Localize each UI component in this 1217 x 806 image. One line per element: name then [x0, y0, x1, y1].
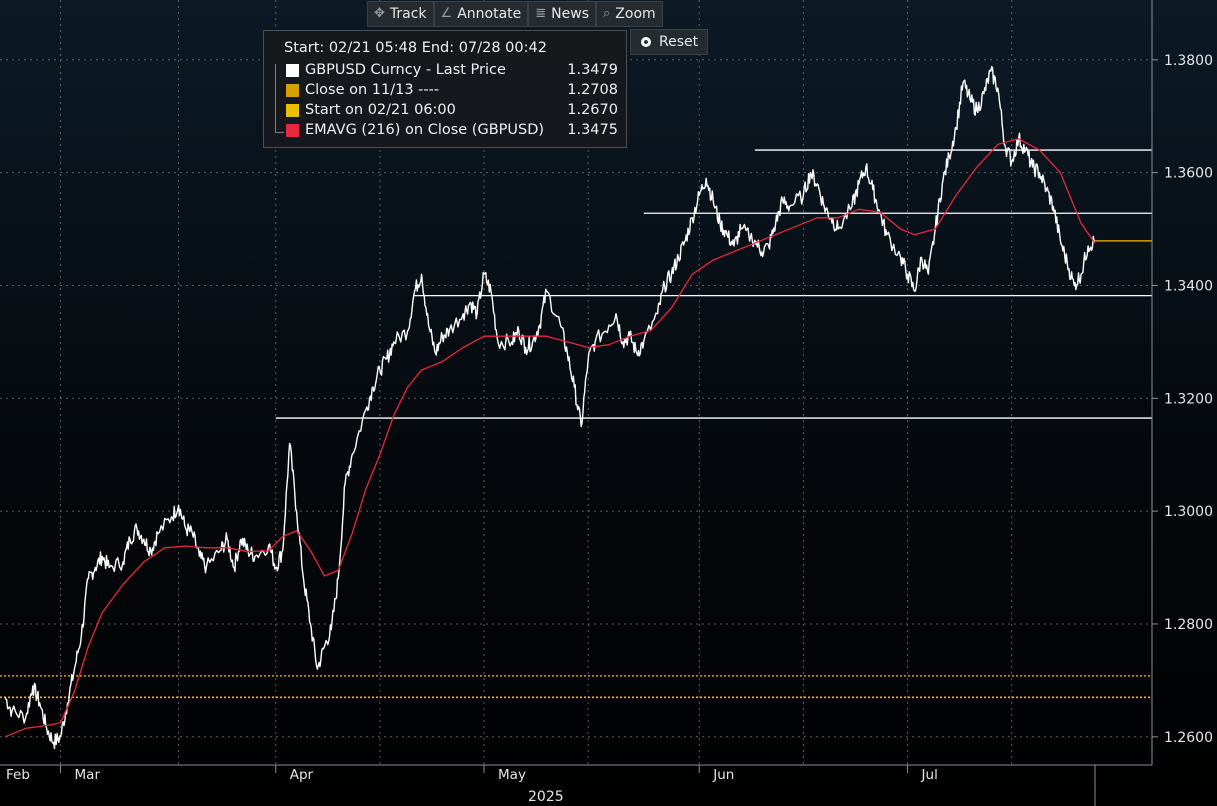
- annotate-button[interactable]: ∠ Annotate: [433, 1, 529, 27]
- legend-series-value: 1.3475: [567, 122, 618, 138]
- x-tick-label: May: [498, 767, 526, 783]
- price-series-line: [4, 65, 1096, 750]
- legend-swatch: [286, 64, 299, 77]
- legend-series-value: 1.2708: [567, 82, 618, 98]
- legend-series-name: Start on 02/21 06:00: [305, 102, 456, 118]
- legend-date-range: Start: 02/21 05:48 End: 07/28 00:42: [284, 40, 547, 56]
- series-lines: [4, 65, 1152, 750]
- magnifier-icon: ⌕: [603, 6, 611, 21]
- y-tick-label: 1.3200: [1164, 391, 1213, 407]
- legend-row-emavg[interactable]: EMAVG (216) on Close (GBPUSD) 1.3475: [286, 122, 620, 140]
- legend-series-name: EMAVG (216) on Close (GBPUSD): [305, 122, 545, 138]
- x-tick-label: Feb: [6, 767, 30, 783]
- pencil-icon: ∠: [440, 6, 453, 21]
- legend-swatch: [286, 104, 299, 117]
- x-tick-label: Mar: [75, 767, 101, 783]
- crosshair-icon: ✥: [374, 6, 385, 21]
- reset-label: Reset: [659, 34, 699, 50]
- news-icon: ≣: [535, 6, 547, 21]
- legend-row-start[interactable]: Start on 02/21 06:00 1.2670: [286, 102, 620, 120]
- y-tick-label: 1.3000: [1164, 504, 1213, 520]
- legend-row-last-price[interactable]: GBPUSD Curncy - Last Price 1.3479: [286, 62, 620, 80]
- legend-series-name: GBPUSD Curncy - Last Price: [305, 62, 506, 78]
- legend-series-value: 1.2670: [567, 102, 618, 118]
- x-tick-label: Apr: [290, 767, 314, 783]
- legend-series-name: Close on 11/13 ----: [305, 82, 440, 98]
- y-tick-label: 1.3600: [1164, 166, 1213, 182]
- reset-radio-icon: [641, 37, 651, 47]
- x-axis-year-label: 2025: [528, 789, 564, 805]
- track-button[interactable]: ✥ Track: [367, 1, 434, 27]
- legend-swatch: [286, 124, 299, 137]
- zoom-label: Zoom: [615, 6, 656, 22]
- y-tick-label: 1.2600: [1164, 730, 1213, 746]
- legend-row-close[interactable]: Close on 11/13 ---- 1.2708: [286, 82, 620, 100]
- y-tick-label: 1.2800: [1164, 617, 1213, 633]
- legend-panel: Start: 02/21 05:48 End: 07/28 00:42 GBPU…: [263, 30, 627, 148]
- emavg-series-line: [4, 138, 1096, 738]
- annotate-label: Annotate: [457, 6, 522, 22]
- legend-series-value: 1.3479: [567, 62, 618, 78]
- zoom-button[interactable]: ⌕ Zoom: [596, 1, 663, 27]
- y-tick-label: 1.3400: [1164, 278, 1213, 294]
- y-tick-label: 1.3800: [1164, 53, 1213, 69]
- news-button[interactable]: ≣ News: [528, 1, 597, 27]
- chart-toolbar: ✥ Track ∠ Annotate ≣ News ⌕ Zoom: [367, 1, 663, 27]
- legend-bracket: [275, 64, 284, 133]
- reset-button[interactable]: Reset: [630, 29, 708, 55]
- horizontal-levels: [0, 149, 1152, 699]
- x-tick-label: Jul: [921, 767, 938, 783]
- track-label: Track: [389, 6, 427, 22]
- news-label: News: [551, 6, 590, 22]
- x-tick-label: Jun: [712, 767, 734, 783]
- legend-swatch: [286, 84, 299, 97]
